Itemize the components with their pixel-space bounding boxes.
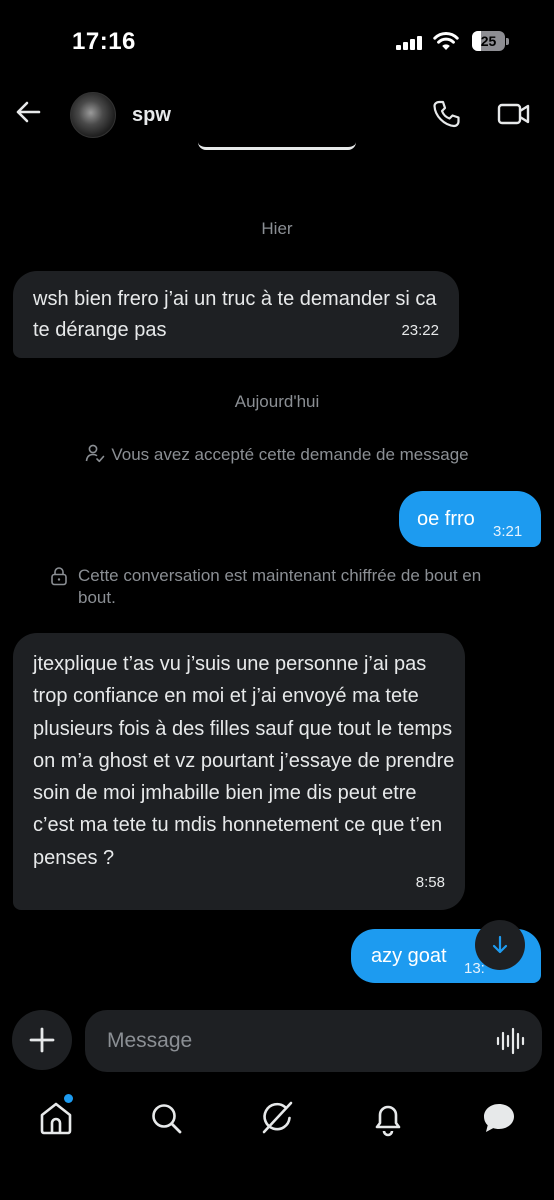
message-input[interactable]	[107, 1010, 487, 1072]
bottom-nav	[0, 1090, 554, 1150]
conversation-header: spw	[0, 84, 554, 146]
home-indicator	[209, 1183, 345, 1188]
request-accepted-text: Vous avez accepté cette demande de messa…	[111, 445, 469, 464]
arrow-down-icon	[492, 935, 508, 954]
nav-home[interactable]	[36, 1094, 76, 1138]
contact-name[interactable]: spw	[132, 104, 171, 127]
search-icon	[152, 1104, 182, 1134]
nav-grok[interactable]	[257, 1098, 297, 1138]
scroll-to-bottom-button[interactable]	[475, 920, 525, 970]
grok-icon	[262, 1101, 293, 1134]
home-icon	[40, 1102, 72, 1135]
video-camera-icon	[497, 103, 530, 125]
arrow-left-icon	[16, 101, 41, 123]
phone-icon	[433, 100, 460, 128]
date-separator-yesterday: Hier	[261, 219, 293, 238]
avatar[interactable]	[70, 92, 116, 138]
message-bubble-incoming[interactable]: wsh bien frero j’ai un truc à te demande…	[13, 271, 459, 358]
message-composer	[85, 1010, 542, 1072]
battery-icon: 25	[472, 31, 509, 51]
battery-level: 25	[480, 33, 497, 49]
messages-icon	[484, 1104, 514, 1132]
bell-icon	[375, 1105, 401, 1137]
nav-search[interactable]	[146, 1098, 186, 1138]
waveform-icon	[496, 1027, 525, 1055]
status-time: 17:16	[72, 28, 136, 55]
header-divider-pill	[198, 142, 356, 150]
call-button[interactable]	[430, 98, 462, 130]
message-bubble-outgoing[interactable]: oe frro 3:21	[399, 491, 541, 547]
message-time: 8:58	[415, 874, 445, 891]
home-notification-dot	[64, 1094, 73, 1103]
plus-icon	[29, 1027, 55, 1053]
request-accepted-notice: Vous avez accepté cette demande de messa…	[0, 443, 554, 466]
add-attachment-button[interactable]	[12, 1010, 72, 1070]
person-check-icon	[86, 444, 105, 463]
nav-messages[interactable]	[479, 1098, 519, 1138]
date-separator-today: Aujourd'hui	[234, 392, 320, 411]
message-text: jtexplique t’as vu j’suis une personne j…	[33, 653, 455, 869]
voice-message-button[interactable]	[495, 1027, 525, 1055]
cellular-signal-icon	[396, 36, 426, 50]
message-text: azy goat	[371, 945, 447, 967]
message-text: wsh bien frero j’ai un truc à te demande…	[33, 288, 437, 341]
message-text: oe frro	[417, 508, 475, 530]
wifi-icon	[433, 31, 459, 51]
back-button[interactable]	[12, 96, 44, 128]
video-call-button[interactable]	[496, 98, 532, 130]
message-time: 3:21	[493, 523, 523, 540]
message-bubble-incoming[interactable]: jtexplique t’as vu j’suis une personne j…	[13, 633, 465, 910]
lock-icon	[51, 567, 67, 586]
nav-notifications[interactable]	[368, 1098, 408, 1138]
message-time: 23:22	[401, 322, 439, 339]
encryption-notice-text: Cette conversation est maintenant chiffr…	[78, 566, 482, 607]
status-bar: 17:16 25	[0, 0, 554, 80]
